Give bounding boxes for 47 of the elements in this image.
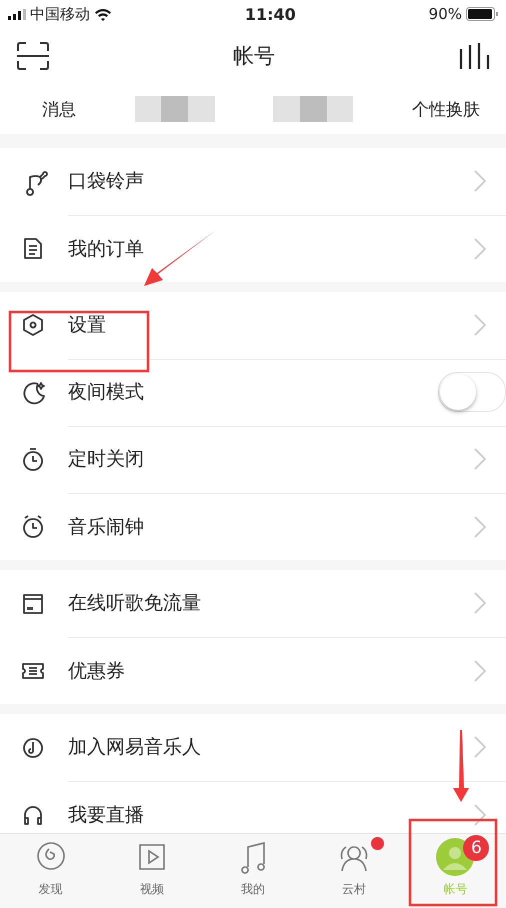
- battery-icon: [466, 7, 498, 21]
- clock-time: 11:40: [244, 4, 296, 24]
- menu-item[interactable]: 设置: [0, 292, 506, 359]
- carrier-name: 中国移动: [30, 4, 90, 24]
- menu-label: 我要直播: [68, 802, 144, 828]
- signal-icon: [8, 8, 26, 20]
- menu-label: 在线听歌免流量: [68, 591, 201, 616]
- menu-label: 定时关闭: [68, 447, 144, 472]
- menu-item[interactable]: 优惠券: [0, 637, 506, 704]
- menu-item[interactable]: 夜间模式: [0, 359, 506, 426]
- tab-item[interactable]: 视频: [101, 834, 202, 908]
- page-title: 帐号: [233, 43, 275, 70]
- menu-label: 夜间模式: [68, 380, 144, 405]
- tab-item[interactable]: 我的: [202, 834, 304, 908]
- toggle-switch[interactable]: [438, 372, 506, 412]
- menu-label: 加入网易音乐人: [68, 735, 201, 760]
- menu-label: 设置: [68, 313, 106, 338]
- top-link[interactable]: 个性换肤: [412, 98, 480, 120]
- tab-item[interactable]: 发现: [0, 834, 102, 908]
- tab-item[interactable]: 云村: [304, 834, 405, 908]
- scan-icon[interactable]: [16, 41, 50, 71]
- menu-label: 我的订单: [68, 236, 144, 262]
- chevron-icon: [474, 314, 486, 336]
- equalizer-icon[interactable]: [458, 41, 490, 71]
- top-link[interactable]: 消息: [42, 98, 76, 120]
- menu-label: 优惠券: [68, 658, 125, 684]
- chevron-icon: [474, 238, 486, 260]
- chevron-icon: [474, 660, 486, 682]
- menu-item[interactable]: 口袋铃声: [0, 148, 506, 215]
- menu-label: 口袋铃声: [68, 169, 144, 194]
- chevron-icon: [474, 804, 486, 826]
- menu-item[interactable]: 定时关闭: [0, 426, 506, 493]
- chevron-icon: [474, 170, 486, 192]
- wifi-icon: [94, 8, 112, 20]
- arrow-drawing: [453, 730, 469, 802]
- chevron-icon: [474, 736, 486, 758]
- menu-item[interactable]: 在线听歌免流量: [0, 570, 506, 637]
- menu-item[interactable]: 我的订单: [0, 215, 506, 282]
- chevron-icon: [474, 448, 486, 470]
- menu-item[interactable]: 音乐闹钟: [0, 493, 506, 560]
- menu-label: 音乐闹钟: [68, 514, 144, 540]
- menu-item[interactable]: 我要直播: [0, 781, 506, 833]
- chevron-icon: [474, 592, 486, 614]
- chevron-icon: [474, 516, 486, 538]
- battery-percent: 90%: [428, 5, 462, 23]
- notification-badge: 6: [463, 835, 490, 861]
- tab-item[interactable]: 6 帐号: [404, 834, 506, 908]
